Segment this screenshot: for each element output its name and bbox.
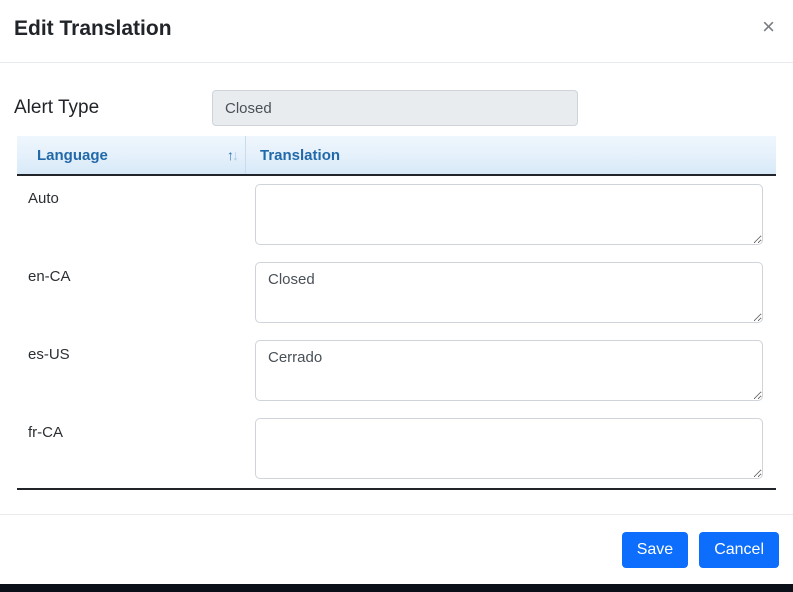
sort-icon: ↑↓ <box>227 147 237 163</box>
table-row: en-CA <box>17 254 776 332</box>
column-header-language[interactable]: Language ↑↓ <box>17 136 245 174</box>
table-row: es-US <box>17 332 776 410</box>
translation-textarea-es-us[interactable] <box>255 340 763 401</box>
table-header-row: Language ↑↓ Translation <box>17 136 776 176</box>
table-row: Auto <box>17 176 776 254</box>
language-label: en-CA <box>17 254 245 332</box>
translation-textarea-auto[interactable] <box>255 184 763 245</box>
table-row: fr-CA <box>17 410 776 488</box>
alert-type-row: Alert Type <box>14 90 776 126</box>
translation-cell <box>245 254 776 332</box>
translation-cell <box>245 332 776 410</box>
translation-textarea-fr-ca[interactable] <box>255 418 763 479</box>
translation-cell <box>245 410 776 488</box>
column-header-translation: Translation <box>245 136 776 174</box>
translation-textarea-en-ca[interactable] <box>255 262 763 323</box>
translations-table: Language ↑↓ Translation Auto en-CA <box>17 136 776 490</box>
close-icon[interactable]: × <box>756 12 781 42</box>
cancel-button[interactable]: Cancel <box>699 532 779 568</box>
dialog-footer: Save Cancel <box>0 514 793 580</box>
save-button[interactable]: Save <box>622 532 688 568</box>
page-background-bar <box>0 584 793 592</box>
dialog-body: Alert Type Language ↑↓ Translation Auto <box>0 63 793 490</box>
dialog-header: Edit Translation × <box>0 0 793 63</box>
translation-cell <box>245 176 776 254</box>
language-label: es-US <box>17 332 245 410</box>
edit-translation-dialog: Edit Translation × Alert Type Language ↑… <box>0 0 793 592</box>
alert-type-label: Alert Type <box>14 97 212 119</box>
dialog-title: Edit Translation <box>14 16 777 42</box>
column-header-translation-label: Translation <box>260 147 340 164</box>
column-header-language-label: Language <box>37 147 108 164</box>
language-label: fr-CA <box>17 410 245 488</box>
alert-type-input <box>212 90 578 126</box>
language-label: Auto <box>17 176 245 254</box>
sort-down-arrow: ↓ <box>232 147 237 163</box>
